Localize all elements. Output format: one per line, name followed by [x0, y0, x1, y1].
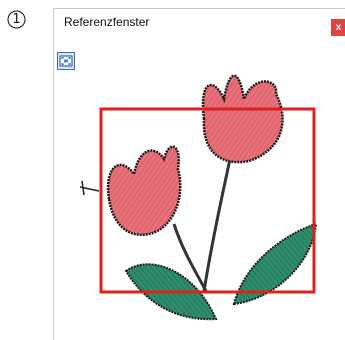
stem	[172, 148, 234, 292]
reference-window: Referenzfenster x	[53, 8, 345, 340]
step-number-badge: 1	[7, 10, 26, 29]
tulip-right	[201, 74, 284, 164]
stitch-stray	[79, 180, 100, 196]
tulip-left	[106, 145, 182, 237]
window-title: Referenzfenster	[64, 15, 150, 29]
step-number: 1	[12, 12, 21, 27]
embroidery-design	[79, 74, 318, 321]
close-icon: x	[335, 22, 342, 33]
embroidery-preview[interactable]	[54, 59, 345, 340]
close-button[interactable]: x	[331, 19, 345, 36]
